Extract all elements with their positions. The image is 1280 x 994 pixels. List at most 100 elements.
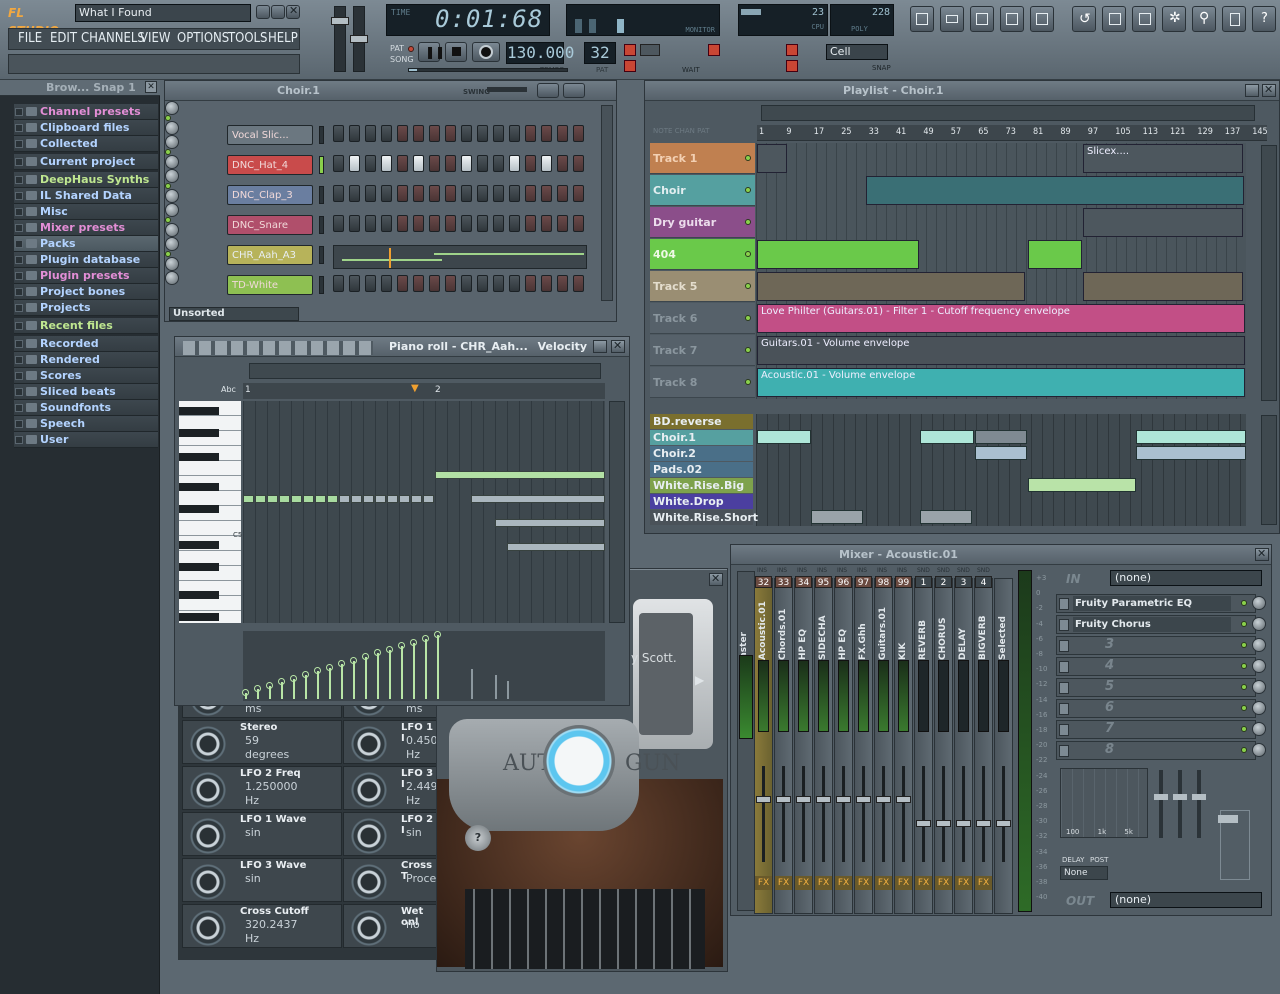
channel-pan-knob[interactable] [165, 223, 179, 237]
volume-fader[interactable] [916, 820, 931, 827]
overdub-button[interactable] [786, 44, 798, 56]
step-button[interactable] [333, 215, 344, 232]
piano-roll-scroll-v[interactable] [609, 401, 625, 623]
step-button[interactable] [573, 215, 584, 232]
plugin-parameter[interactable]: LFO 3 Wave sin [182, 858, 342, 902]
step-button[interactable] [429, 125, 440, 142]
velocity-handle[interactable] [302, 671, 309, 678]
expand-icon[interactable] [15, 436, 23, 444]
fx-toggle[interactable]: FX [835, 876, 852, 890]
mixer-pan-slider[interactable] [1218, 810, 1250, 880]
pattern-row[interactable]: White.Drop [650, 494, 753, 509]
pattern-block[interactable] [811, 510, 863, 524]
channel-select-indicator[interactable] [319, 246, 324, 264]
browser-folder[interactable]: Plugin database [14, 252, 158, 268]
browser-folder[interactable]: Collected [14, 136, 158, 152]
note[interactable] [327, 495, 338, 503]
velocity-handle[interactable] [410, 638, 417, 646]
maximize-button[interactable] [271, 5, 285, 19]
playlist-clip[interactable] [757, 272, 1025, 301]
expand-icon[interactable] [15, 356, 23, 364]
expand-icon[interactable] [15, 304, 23, 312]
save-button[interactable] [1102, 6, 1126, 32]
volume-fader[interactable] [836, 796, 851, 803]
minimize-button[interactable] [256, 5, 270, 19]
channel-pan-knob[interactable] [165, 257, 179, 271]
step-button[interactable] [381, 155, 392, 172]
track-enable-led[interactable] [745, 155, 751, 161]
browser-folder[interactable]: Recent files [14, 318, 158, 334]
playlist-scroll-h[interactable] [761, 105, 1255, 121]
effect-enable-led[interactable] [1241, 642, 1247, 648]
playlist-track-header[interactable]: Track 6 [650, 303, 755, 334]
plugin-parameter[interactable]: LFO 1 Wave sin [182, 812, 342, 856]
channel-select-indicator[interactable] [319, 186, 324, 204]
track-enable-led[interactable] [745, 219, 751, 225]
parameter-knob[interactable] [188, 726, 228, 762]
step-button[interactable] [445, 185, 456, 202]
browser-folder[interactable]: Project bones [14, 284, 158, 300]
wait-button[interactable] [640, 44, 660, 56]
expand-icon[interactable] [15, 322, 23, 330]
pattern-block[interactable] [757, 430, 811, 444]
step-button[interactable] [541, 275, 552, 292]
step-button[interactable] [429, 185, 440, 202]
menu-file[interactable]: FILE [18, 30, 42, 48]
parameter-knob[interactable] [188, 864, 228, 900]
channel-volume-knob[interactable] [165, 203, 179, 217]
note[interactable] [351, 495, 362, 503]
step-button[interactable] [381, 275, 392, 292]
playlist-clip[interactable] [866, 176, 1244, 205]
mixer-input-select[interactable]: (none) [1110, 570, 1262, 586]
volume-fader[interactable] [756, 796, 771, 803]
keyboard-editor-button[interactable] [563, 83, 585, 98]
effect-mix-knob[interactable] [1252, 617, 1266, 631]
step-button[interactable] [445, 215, 456, 232]
plugin-keyboard[interactable] [465, 889, 705, 969]
note[interactable] [387, 495, 398, 503]
pattern-block[interactable] [975, 430, 1027, 444]
pattern-block[interactable] [1028, 478, 1136, 492]
step-button[interactable] [349, 215, 360, 232]
piano-roll-maximize-button[interactable] [593, 340, 607, 353]
channel-volume-knob[interactable] [165, 237, 179, 251]
velocity-handle[interactable] [386, 645, 393, 653]
help-button[interactable]: ? [1252, 6, 1276, 32]
track-enable-led[interactable] [745, 251, 751, 257]
menu-tools[interactable]: TOOLS [228, 30, 268, 48]
step-button[interactable] [573, 185, 584, 202]
effect-slot[interactable]: 3 [1056, 636, 1256, 655]
effect-mix-knob[interactable] [1252, 638, 1266, 652]
note[interactable] [243, 495, 254, 503]
undo-button[interactable]: ↺ [1072, 6, 1096, 32]
volume-fader[interactable] [856, 796, 871, 803]
expand-icon[interactable] [15, 372, 23, 380]
step-button[interactable] [493, 215, 504, 232]
piano-roll-button[interactable] [970, 6, 994, 32]
mixer-output-select[interactable]: (none) [1110, 892, 1262, 908]
plugin-close-button[interactable] [709, 572, 723, 586]
step-button[interactable] [461, 275, 472, 292]
effect-enable-led[interactable] [1241, 705, 1247, 711]
export-button[interactable] [1132, 6, 1156, 32]
step-button[interactable] [365, 275, 376, 292]
abc-button[interactable]: Abc [221, 385, 236, 394]
track-enable-led[interactable] [745, 283, 751, 289]
effect-mix-knob[interactable] [1252, 743, 1266, 757]
step-button[interactable] [333, 155, 344, 172]
black-key[interactable] [179, 505, 219, 513]
step-button[interactable] [413, 275, 424, 292]
step-button[interactable] [477, 215, 488, 232]
velocity-bar[interactable] [471, 669, 473, 699]
menu-view[interactable]: VIEW [140, 30, 170, 48]
playlist-track-header[interactable]: Track 7 [650, 335, 755, 366]
velocity-bar[interactable] [389, 649, 391, 699]
project-info-button[interactable] [1222, 6, 1246, 32]
pattern-block[interactable] [920, 510, 972, 524]
step-button[interactable] [573, 125, 584, 142]
playlist-clip[interactable] [757, 144, 787, 173]
plugin-parameter[interactable]: LFO 2 Isin [343, 812, 437, 856]
black-key[interactable] [179, 429, 219, 437]
step-button[interactable] [557, 155, 568, 172]
step-button[interactable] [461, 215, 472, 232]
